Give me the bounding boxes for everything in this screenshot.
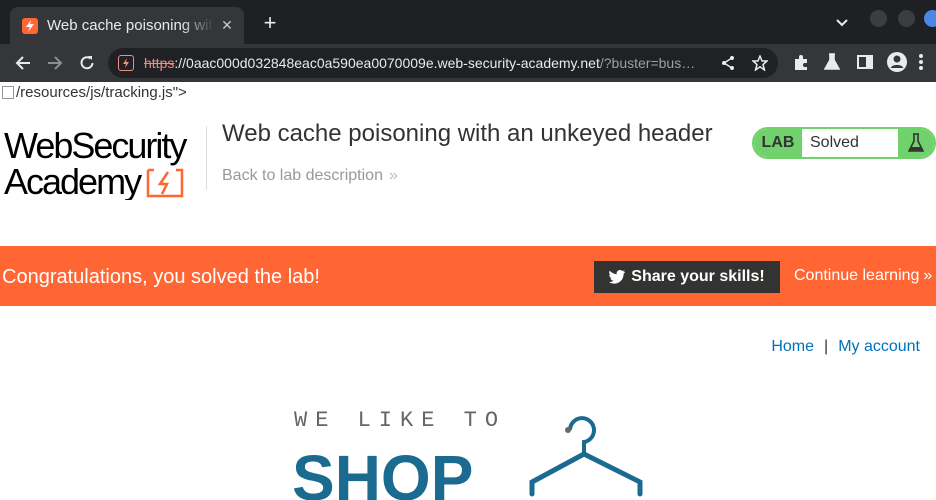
browser-tab[interactable]: Web cache poisoning with an unkeyed head… xyxy=(10,7,244,44)
status-value: Solved xyxy=(810,134,859,151)
broken-image-icon xyxy=(2,86,14,99)
browser-tabstrip: Web cache poisoning with an unkeyed head… xyxy=(0,0,936,44)
nav-separator: | xyxy=(824,338,829,355)
reload-icon[interactable] xyxy=(74,50,100,76)
close-icon[interactable]: ✕ xyxy=(218,17,236,34)
lab-status-badge: LAB Solved xyxy=(752,127,936,159)
maximize-button[interactable] xyxy=(898,10,915,27)
chevrons-right-icon: » xyxy=(388,167,398,184)
svg-text:WebSecurity: WebSecurity xyxy=(4,125,187,166)
academy-header: WebSecurity Academy Web cache poisoning … xyxy=(0,108,936,238)
profile-avatar-icon[interactable] xyxy=(886,51,908,78)
header-divider xyxy=(206,126,207,190)
nav-home-link[interactable]: Home xyxy=(771,338,814,355)
share-skills-button[interactable]: Share your skills! xyxy=(594,261,780,293)
star-icon[interactable] xyxy=(751,53,769,76)
forward-arrow-icon[interactable] xyxy=(42,50,68,76)
labs-flask-icon[interactable] xyxy=(823,53,841,76)
not-secure-icon[interactable] xyxy=(118,55,134,71)
lightning-icon xyxy=(22,17,38,34)
share-label: Share your skills! xyxy=(631,268,765,285)
shop-logo-word: SHOP xyxy=(292,442,473,500)
flask-icon xyxy=(898,129,934,157)
minimize-button[interactable] xyxy=(870,10,887,27)
site-nav: Home | My account xyxy=(771,338,920,356)
more-menu-icon[interactable] xyxy=(918,53,924,76)
chevrons-right-icon: » xyxy=(923,267,932,284)
tab-title: Web cache poisoning with an unkeyed head… xyxy=(47,17,214,34)
back-arrow-icon[interactable] xyxy=(10,50,36,76)
url-host: ://0aac000d032848eac0a590ea0070009e.web-… xyxy=(174,55,600,71)
shop-logo-tagline: WE LIKE TO xyxy=(294,408,506,433)
back-to-description-link[interactable]: Back to lab description » xyxy=(222,167,398,185)
share-icon[interactable] xyxy=(720,55,736,76)
hanger-icon xyxy=(529,416,643,497)
broken-image-alt: /resources/js/tracking.js"> xyxy=(16,84,187,101)
close-window-button[interactable] xyxy=(924,10,936,27)
twitter-icon xyxy=(609,270,626,284)
broken-image: /resources/js/tracking.js"> xyxy=(2,84,187,101)
solved-message: Congratulations, you solved the lab! xyxy=(2,266,320,288)
continue-learning-link[interactable]: Continue learning» xyxy=(794,267,932,285)
status-lab-label: LAB xyxy=(754,129,802,157)
address-bar[interactable]: https://0aac000d032848eac0a590ea0070009e… xyxy=(108,48,778,78)
lab-title: Web cache poisoning with an unkeyed head… xyxy=(222,120,713,147)
back-link-label: Back to lab description xyxy=(222,167,383,184)
url-scheme: https xyxy=(144,55,175,71)
url-path: /?buster=bus… xyxy=(599,55,696,71)
new-tab-button[interactable]: + xyxy=(258,11,282,35)
browser-toolbar: https://0aac000d032848eac0a590ea0070009e… xyxy=(0,44,936,82)
extensions-icon[interactable] xyxy=(792,53,810,76)
continue-label: Continue learning xyxy=(794,267,920,284)
nav-my-account-link[interactable]: My account xyxy=(838,338,920,355)
sidepanel-icon[interactable] xyxy=(856,53,874,76)
shop-logo: WE LIKE TO SHOP xyxy=(292,408,643,500)
solved-banner: Congratulations, you solved the lab! Sha… xyxy=(0,246,936,306)
url-text[interactable]: https://0aac000d032848eac0a590ea0070009e… xyxy=(144,55,714,71)
svg-text:Academy: Academy xyxy=(4,161,142,200)
web-security-academy-logo[interactable]: WebSecurity Academy xyxy=(4,124,204,200)
chevron-down-icon[interactable] xyxy=(836,14,848,32)
